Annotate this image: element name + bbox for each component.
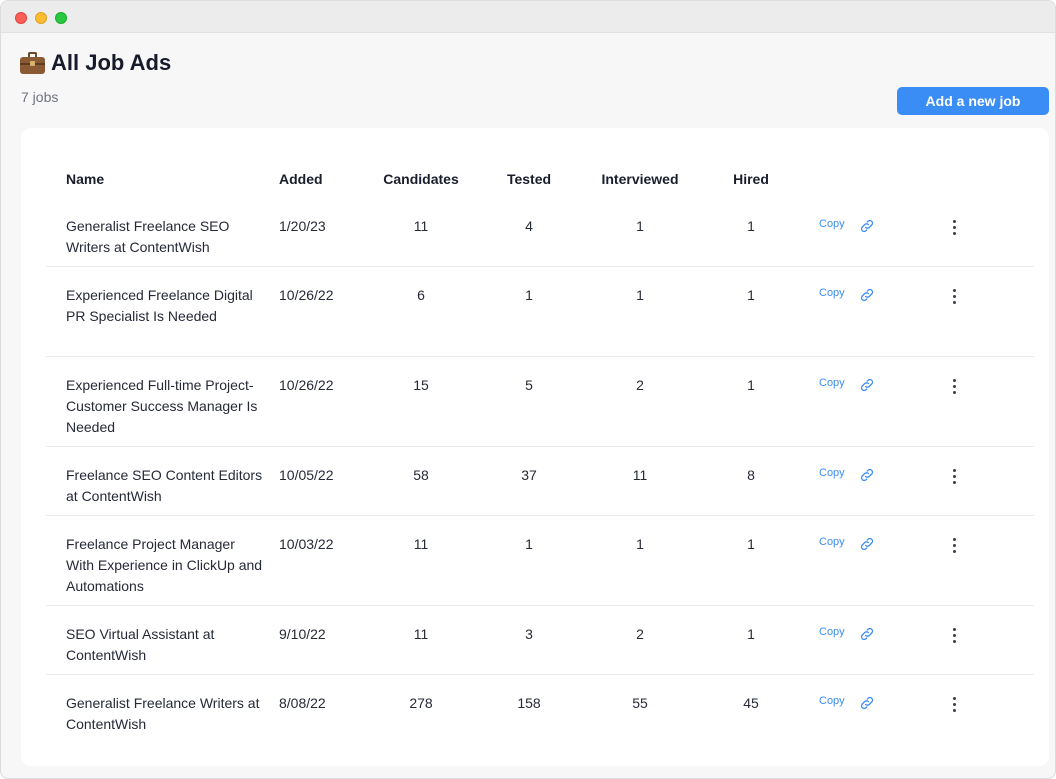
- hired-count: 1: [747, 377, 755, 393]
- candidates-count: 15: [413, 377, 429, 393]
- job-title[interactable]: Generalist Freelance Writers at ContentW…: [66, 693, 266, 735]
- app-window: All Job Ads 7 jobs Add a new job Name Ad…: [0, 0, 1056, 779]
- tested-count: 3: [525, 626, 533, 642]
- table-row[interactable]: Generalist Freelance Writers at ContentW…: [46, 675, 1034, 744]
- more-options-icon[interactable]: [946, 287, 962, 305]
- table-row[interactable]: Generalist Freelance SEO Writers at Cont…: [46, 198, 1034, 267]
- date-added: 10/26/22: [279, 287, 334, 303]
- column-header-added[interactable]: Added: [279, 171, 323, 187]
- copy-link-button[interactable]: Copy: [819, 467, 845, 479]
- interviewed-count: 2: [636, 377, 644, 393]
- more-options-icon[interactable]: [946, 218, 962, 236]
- more-options-icon[interactable]: [946, 626, 962, 644]
- tested-count: 1: [525, 287, 533, 303]
- column-header-candidates[interactable]: Candidates: [383, 171, 458, 187]
- interviewed-count: 2: [636, 626, 644, 642]
- job-title[interactable]: Experienced Freelance Digital PR Special…: [66, 285, 266, 327]
- candidates-count: 11: [413, 218, 429, 234]
- link-icon[interactable]: [859, 218, 875, 234]
- copy-link-button[interactable]: Copy: [819, 287, 845, 299]
- hired-count: 1: [747, 536, 755, 552]
- tested-count: 158: [517, 695, 541, 711]
- link-icon[interactable]: [859, 467, 875, 483]
- minimize-window-button[interactable]: [35, 12, 47, 24]
- tested-count: 4: [525, 218, 533, 234]
- maximize-window-button[interactable]: [55, 12, 67, 24]
- close-window-button[interactable]: [15, 12, 27, 24]
- candidates-count: 58: [413, 467, 429, 483]
- page-title-text: All Job Ads: [51, 50, 172, 75]
- table-row[interactable]: Freelance SEO Content Editors at Content…: [46, 447, 1034, 516]
- interviewed-count: 1: [636, 287, 644, 303]
- table-row[interactable]: Experienced Full-time Project-Customer S…: [46, 357, 1034, 447]
- copy-link-button[interactable]: Copy: [819, 626, 845, 638]
- candidates-count: 278: [409, 695, 433, 711]
- interviewed-count: 1: [636, 218, 644, 234]
- copy-link-button[interactable]: Copy: [819, 695, 845, 707]
- briefcase-icon: [20, 52, 45, 74]
- table-header: Name Added Candidates Tested Interviewed…: [21, 128, 1049, 198]
- hired-count: 8: [747, 467, 755, 483]
- tested-count: 5: [525, 377, 533, 393]
- tested-count: 1: [525, 536, 533, 552]
- copy-link-button[interactable]: Copy: [819, 377, 845, 389]
- link-icon[interactable]: [859, 626, 875, 642]
- job-title[interactable]: Generalist Freelance SEO Writers at Cont…: [66, 216, 266, 258]
- date-added: 8/08/22: [279, 695, 326, 711]
- candidates-count: 6: [417, 287, 425, 303]
- job-title[interactable]: SEO Virtual Assistant at ContentWish: [66, 624, 266, 666]
- hired-count: 1: [747, 626, 755, 642]
- link-icon[interactable]: [859, 377, 875, 393]
- more-options-icon[interactable]: [946, 536, 962, 554]
- column-header-interviewed[interactable]: Interviewed: [601, 171, 678, 187]
- date-added: 10/05/22: [279, 467, 334, 483]
- date-added: 9/10/22: [279, 626, 326, 642]
- link-icon[interactable]: [859, 287, 875, 303]
- jobs-table: Name Added Candidates Tested Interviewed…: [21, 128, 1049, 766]
- hired-count: 1: [747, 287, 755, 303]
- job-count: 7 jobs: [21, 89, 59, 105]
- column-header-name[interactable]: Name: [66, 171, 104, 187]
- date-added: 10/26/22: [279, 377, 334, 393]
- copy-link-button[interactable]: Copy: [819, 218, 845, 230]
- hired-count: 45: [743, 695, 759, 711]
- interviewed-count: 55: [632, 695, 648, 711]
- column-header-hired[interactable]: Hired: [733, 171, 769, 187]
- interviewed-count: 1: [636, 536, 644, 552]
- candidates-count: 11: [413, 536, 429, 552]
- candidates-count: 11: [413, 626, 429, 642]
- date-added: 10/03/22: [279, 536, 334, 552]
- interviewed-count: 11: [632, 467, 648, 483]
- link-icon[interactable]: [859, 695, 875, 711]
- copy-link-button[interactable]: Copy: [819, 536, 845, 548]
- link-icon[interactable]: [859, 536, 875, 552]
- column-header-tested[interactable]: Tested: [507, 171, 551, 187]
- job-title[interactable]: Freelance SEO Content Editors at Content…: [66, 465, 266, 507]
- date-added: 1/20/23: [279, 218, 326, 234]
- more-options-icon[interactable]: [946, 695, 962, 713]
- table-row[interactable]: Experienced Freelance Digital PR Special…: [46, 267, 1034, 357]
- title-bar: [1, 1, 1055, 33]
- job-title[interactable]: Experienced Full-time Project-Customer S…: [66, 375, 266, 438]
- table-row[interactable]: SEO Virtual Assistant at ContentWish 9/10…: [46, 606, 1034, 675]
- hired-count: 1: [747, 218, 755, 234]
- add-new-job-button[interactable]: Add a new job: [897, 87, 1049, 115]
- more-options-icon[interactable]: [946, 467, 962, 485]
- job-title[interactable]: Freelance Project Manager With Experienc…: [66, 534, 266, 597]
- table-row[interactable]: Freelance Project Manager With Experienc…: [46, 516, 1034, 606]
- more-options-icon[interactable]: [946, 377, 962, 395]
- tested-count: 37: [521, 467, 537, 483]
- page-title: All Job Ads: [20, 50, 171, 76]
